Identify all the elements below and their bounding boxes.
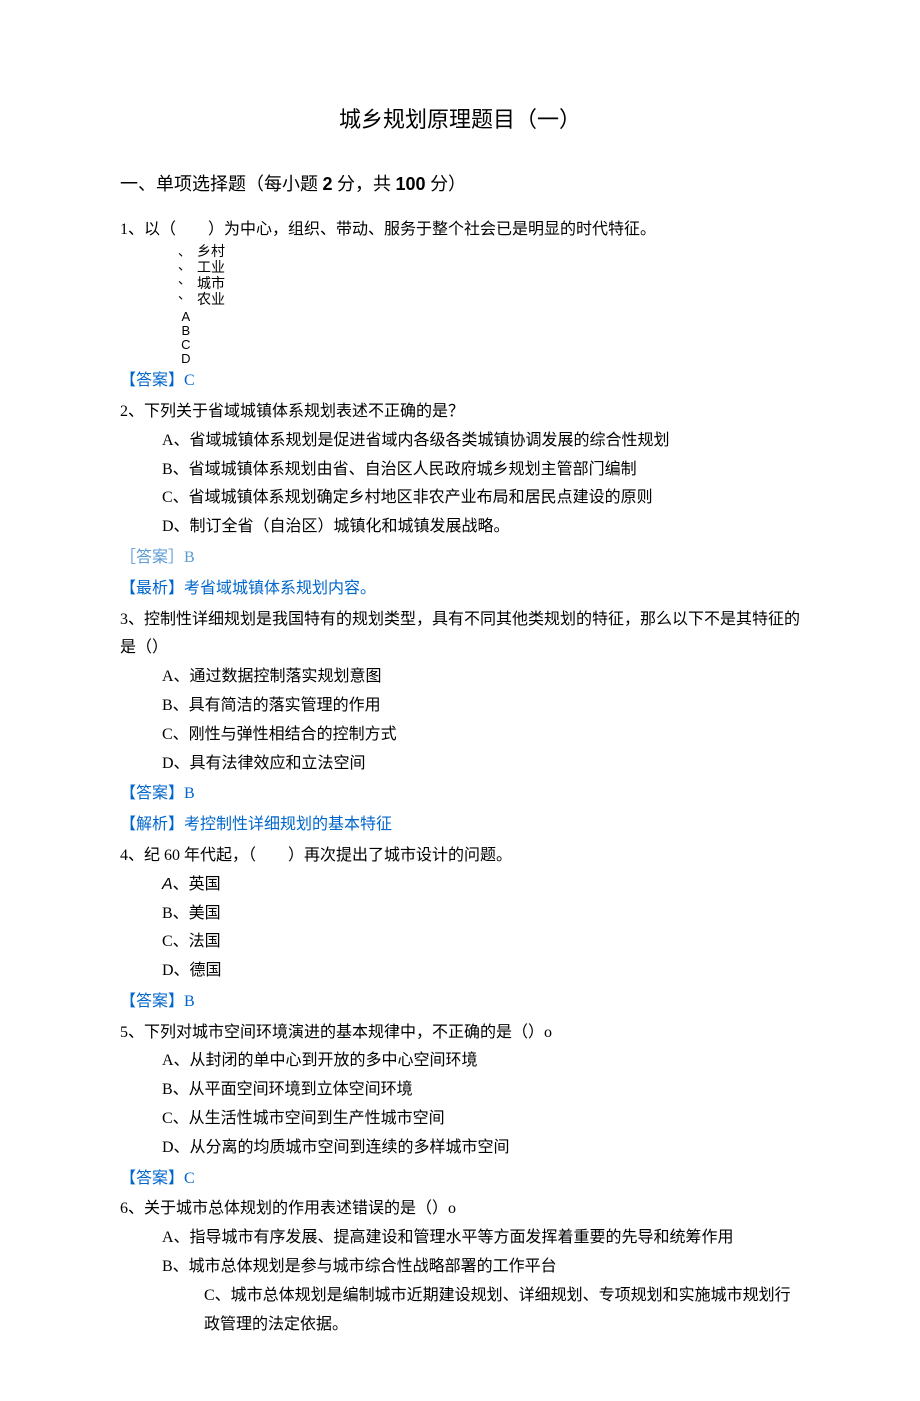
question-2: 2、下列关于省域城镇体系规划表述不正确的是？ A、省域城镇体系规划是促进省域内各…: [120, 398, 800, 542]
section-header: 一、单项选择题（每小题 2 分，共 100 分）: [120, 168, 800, 200]
points-each: 2: [323, 174, 333, 194]
q2-opt-d: D、制订全省（自治区）城镇化和城镇发展战略。: [162, 513, 800, 542]
q3-opt-a: A、通过数据控制落实规划意图: [162, 663, 800, 692]
q6-options: A、指导城市有序发展、提高建设和管理水平等方面发挥着重要的先导和统筹作用 B、城…: [120, 1224, 800, 1282]
q4-opt-d: D、德国: [162, 957, 800, 986]
q3-opt-b: B、具有简洁的落实管理的作用: [162, 692, 800, 721]
q4-text: 4、纪 60 年代起，（ ）再次提出了城市设计的问题。: [120, 842, 800, 871]
q5-answer: 【答案】C: [120, 1165, 800, 1194]
mark: 、: [178, 245, 191, 259]
q2-answer: ［答案］B: [120, 544, 800, 573]
q1-opt-a: 乡村: [197, 245, 225, 261]
q2-opt-a: A、省域城镇体系规划是促进省域内各级各类城镇协调发展的综合性规划: [162, 427, 800, 456]
q5-opt-c: C、从生活性城市空间到生产性城市空间: [162, 1105, 800, 1134]
q1-marks: 、 、 、 、: [178, 245, 191, 302]
q4-a-text: 、英国: [173, 876, 221, 893]
question-5: 5、下列对城市空间环境演进的基本规律中，不正确的是（）o A、从封闭的单中心到开…: [120, 1019, 800, 1163]
q3-answer: 【答案】B: [120, 780, 800, 809]
question-1: 1、以（ ）为中心，组织、带动、服务于整个社会已是明显的时代特征。 、 、 、 …: [120, 216, 800, 365]
q1-text: 1、以（ ）为中心，组织、带动、服务于整个社会已是明显的时代特征。: [120, 216, 800, 245]
question-6: 6、关于城市总体规划的作用表述错误的是（）o A、指导城市有序发展、提高建设和管…: [120, 1195, 800, 1339]
q1-letters: ABCD: [178, 309, 192, 365]
q5-opt-b: B、从平面空间环境到立体空间环境: [162, 1076, 800, 1105]
q2-opt-b: B、省域城镇体系规划由省、自治区人民政府城乡规划主管部门编制: [162, 456, 800, 485]
section-label-post: 分）: [426, 174, 467, 194]
q2-options: A、省域城镇体系规划是促进省域内各级各类城镇协调发展的综合性规划 B、省域城镇体…: [120, 427, 800, 542]
q1-opt-b: 工业: [197, 261, 225, 277]
q6-opt-b: B、城市总体规划是参与城市综合性战略部署的工作平台: [162, 1253, 800, 1282]
q3-opt-d: D、具有法律效应和立法空间: [162, 750, 800, 779]
q4-opt-b: B、美国: [162, 900, 800, 929]
q1-option-texts: 乡村 工业 城市 农业: [197, 245, 225, 309]
q5-options: A、从封闭的单中心到开放的多中心空间环境 B、从平面空间环境到立体空间环境 C、…: [120, 1047, 800, 1162]
q4-options: A、英国 B、美国 C、法国 D、德国: [120, 871, 800, 986]
q3-opt-c: C、刚性与弹性相结合的控制方式: [162, 721, 800, 750]
q6-opt-a: A、指导城市有序发展、提高建设和管理水平等方面发挥着重要的先导和统筹作用: [162, 1224, 800, 1253]
q3-options: A、通过数据控制落实规划意图 B、具有简洁的落实管理的作用 C、刚性与弹性相结合…: [120, 663, 800, 778]
q1-opt-c: 城市: [197, 277, 225, 293]
q3-analysis: 【解析】考控制性详细规划的基本特征: [120, 811, 800, 840]
section-label-mid: 分，共: [333, 174, 396, 194]
q6-opt-c: C、城市总体规划是编制城市近期建设规划、详细规划、专项规划和实施城市规划行政管理…: [162, 1282, 800, 1340]
q1-opt-d: 农业: [197, 293, 225, 309]
q4-opt-a: A、英国: [162, 871, 800, 900]
points-total: 100: [396, 174, 426, 194]
section-label-pre: 一、单项选择题（每小题: [120, 174, 323, 194]
q2-text: 2、下列关于省域城镇体系规划表述不正确的是？: [120, 398, 800, 427]
question-3: 3、控制性详细规划是我国特有的规划类型，具有不同其他类规划的特征，那么以下不是其…: [120, 606, 800, 779]
q6-opt-c-text: C、城市总体规划是编制城市近期建设规划、详细规划、专项规划和实施城市规划行政管理…: [204, 1287, 791, 1333]
q5-opt-d: D、从分离的均质城市空间到连续的多样城市空间: [162, 1134, 800, 1163]
q2-analysis: 【最析】考省域城镇体系规划内容。: [120, 575, 800, 604]
q1-options-block: 、 、 、 、 乡村 工业 城市 农业 ABCD: [120, 245, 800, 365]
q2-opt-c: C、省域城镇体系规划确定乡村地区非农产业布局和居民点建设的原则: [162, 484, 800, 513]
q4-answer: 【答案】B: [120, 988, 800, 1017]
mark: 、: [178, 273, 191, 287]
q5-opt-a: A、从封闭的单中心到开放的多中心空间环境: [162, 1047, 800, 1076]
q1-answer: 【答案】C: [120, 367, 800, 396]
mark: 、: [178, 288, 191, 302]
mark: 、: [178, 259, 191, 273]
question-4: 4、纪 60 年代起，（ ）再次提出了城市设计的问题。 A、英国 B、美国 C、…: [120, 842, 800, 986]
q3-text: 3、控制性详细规划是我国特有的规划类型，具有不同其他类规划的特征，那么以下不是其…: [120, 606, 800, 664]
q6-text: 6、关于城市总体规划的作用表述错误的是（）o: [120, 1195, 800, 1224]
q4-a-letter: A: [162, 876, 173, 893]
q5-text: 5、下列对城市空间环境演进的基本规律中，不正确的是（）o: [120, 1019, 800, 1048]
q4-opt-c: C、法国: [162, 928, 800, 957]
doc-title: 城乡规划原理题目（一）: [120, 100, 800, 140]
